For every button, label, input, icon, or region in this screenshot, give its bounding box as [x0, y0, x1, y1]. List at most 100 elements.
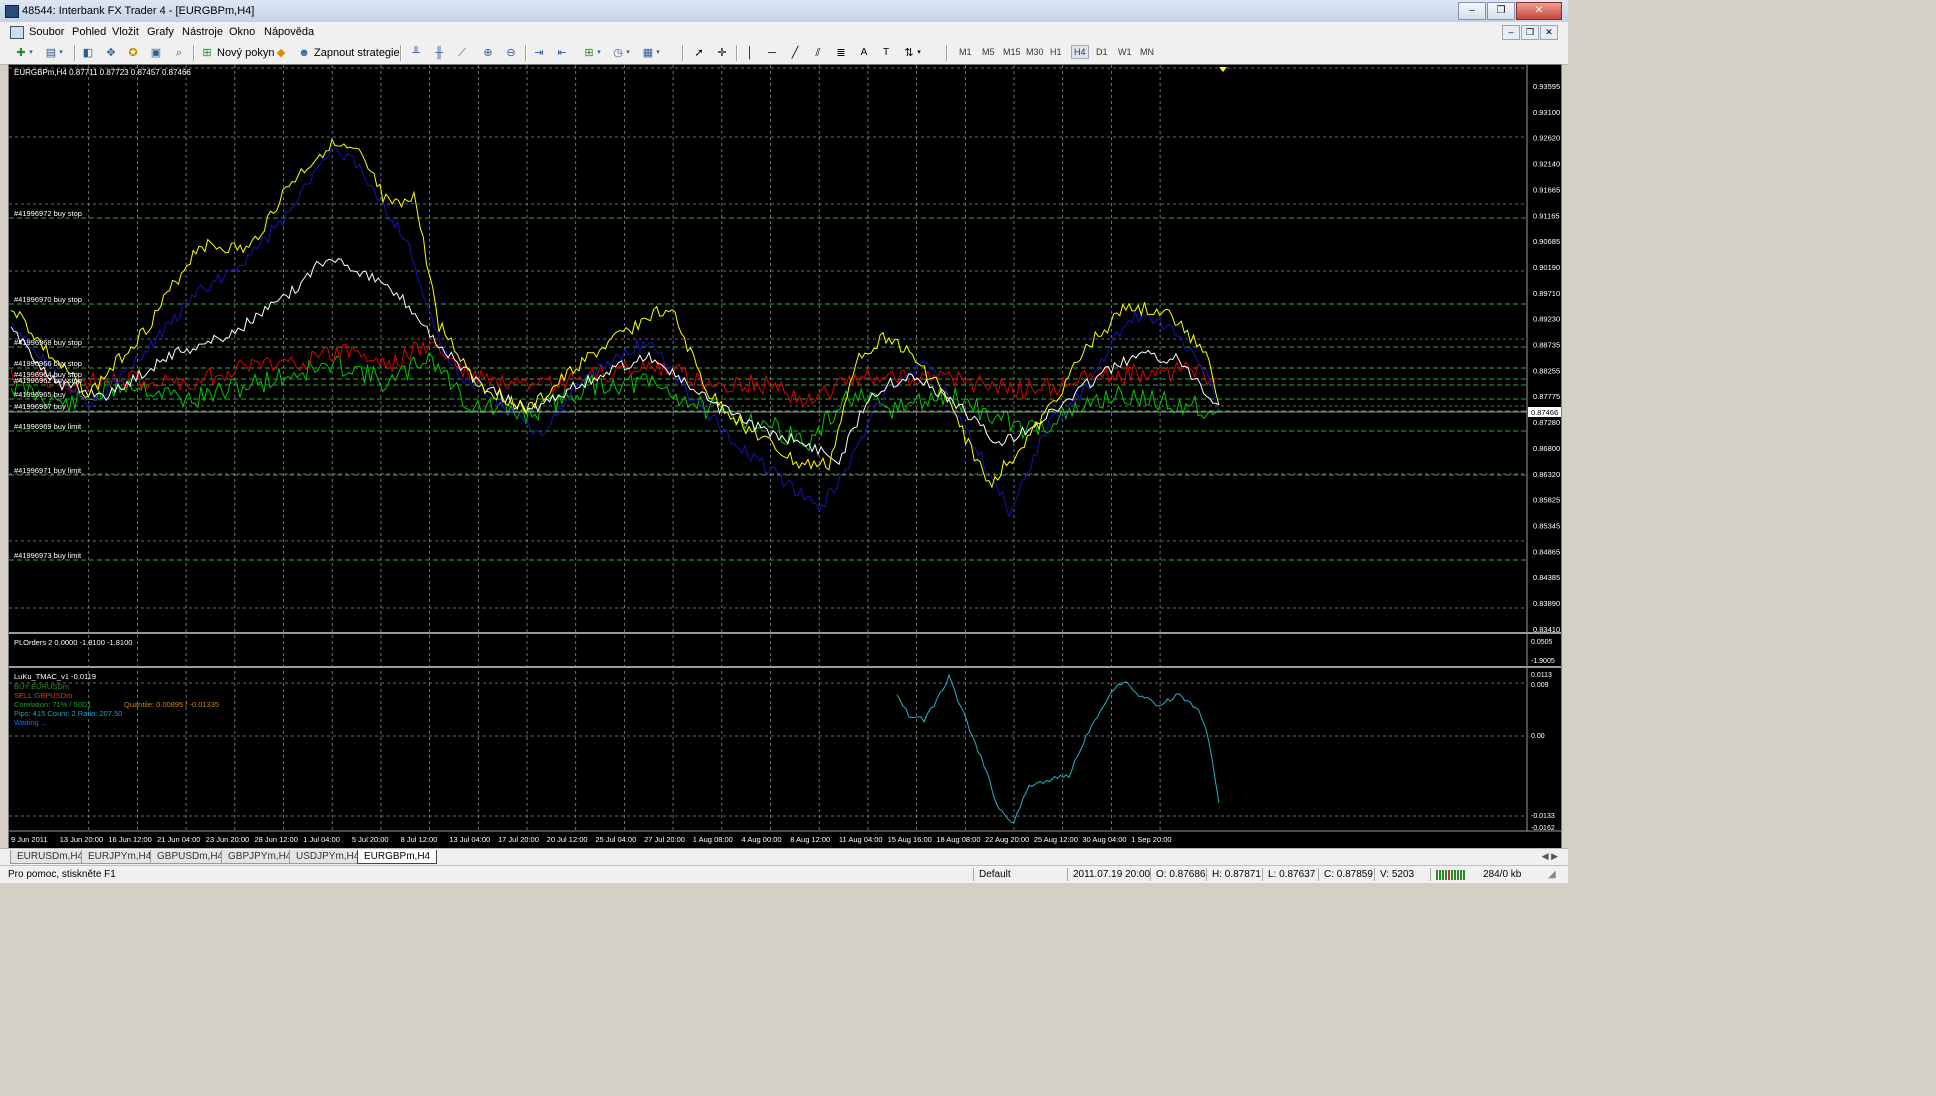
trendline-icon[interactable]: ╱ [788, 46, 802, 60]
menu-pohled[interactable]: Pohled [72, 26, 106, 38]
time-label: 5 Jul 20:00 [352, 835, 389, 844]
timeframe-h1[interactable]: H1 [1050, 47, 1062, 57]
menu-napoveda[interactable]: Nápověda [264, 26, 314, 38]
timeframe-h4[interactable]: H4 [1071, 45, 1089, 59]
strategy-tester-icon[interactable]: ⌕ [172, 46, 186, 60]
crosshair-icon[interactable]: ✛ [715, 46, 729, 60]
chart-window[interactable]: 0.93595 0.93100 0.92620 0.92140 0.91665 0.911… [8, 64, 1562, 849]
tab-eurjpym[interactable]: EURJPYm,H4 [81, 850, 159, 864]
text-label-icon[interactable]: T [879, 46, 893, 60]
price-label: 0.89230 [1533, 315, 1560, 324]
menu-soubor[interactable]: Soubor [29, 26, 64, 38]
dropdown-arrow-icon[interactable]: ▾ [655, 46, 661, 60]
zoom-in-icon[interactable]: ⊕ [481, 46, 495, 60]
window-title: 48544: Interbank FX Trader 4 - [EURGBPm,… [22, 5, 255, 17]
price-series-line [10, 143, 1220, 519]
chart-shift-marker [1219, 67, 1227, 72]
dropdown-arrow-icon[interactable]: ▾ [596, 46, 602, 60]
zoom-out-icon[interactable]: ⊖ [504, 46, 518, 60]
chart-canvas[interactable]: 0.93595 0.93100 0.92620 0.92140 0.91665 0.911… [9, 65, 1561, 848]
tmac-header: LuKu_TMAC_v1 -0.0119 [14, 672, 96, 681]
dropdown-arrow-icon[interactable]: ▾ [58, 46, 64, 60]
status-volume: V: 5203 [1380, 869, 1415, 880]
periods-clock-icon[interactable]: ◷ [611, 46, 625, 60]
metaeditor-icon[interactable]: ◆ [274, 46, 288, 60]
price-label: 0.90685 [1533, 237, 1560, 246]
order-label: #41996969 buy limit [14, 422, 82, 431]
menu-nastroje[interactable]: Nástroje [182, 26, 223, 38]
tab-gbpjpym[interactable]: GBPJPYm,H4 [221, 850, 299, 864]
tab-eurusdm[interactable]: EURUSDm,H4 [10, 850, 91, 864]
templates-icon[interactable]: ▦ [641, 46, 655, 60]
timeframe-m5[interactable]: M5 [982, 47, 995, 57]
time-label: 28 Jun 12:00 [255, 835, 298, 844]
title-bar: 48544: Interbank FX Trader 4 - [EURGBPm,… [0, 0, 1568, 23]
restore-button[interactable]: ❐ [1487, 2, 1515, 20]
data-window-icon[interactable]: ✪ [126, 46, 140, 60]
price-label: 0.86320 [1533, 470, 1560, 479]
mdi-restore-button[interactable]: ❐ [1521, 25, 1539, 40]
tmac-indicator-line [896, 673, 1220, 824]
time-label: 20 Jul 12:00 [547, 835, 588, 844]
status-traffic: 284/0 kb [1483, 869, 1522, 880]
market-watch-icon[interactable]: ◧ [81, 46, 95, 60]
mdi-close-button[interactable]: ✕ [1540, 25, 1558, 40]
tab-usdjpym[interactable]: USDJPYm,H4 [289, 850, 367, 864]
timeframe-m15[interactable]: M15 [1003, 47, 1021, 57]
chart-shift-icon[interactable]: ⇤ [555, 46, 569, 60]
profiles-icon[interactable]: ▤ [44, 46, 58, 60]
time-label: 8 Jul 12:00 [401, 835, 438, 844]
cursor-icon[interactable]: ➚ [692, 46, 706, 60]
fibonacci-icon[interactable]: ≣ [834, 46, 848, 60]
order-label: #41996965 buy [14, 390, 66, 399]
price-label: 0.87775 [1533, 392, 1560, 401]
navigator-icon[interactable]: ✥ [104, 46, 118, 60]
timeframe-d1[interactable]: D1 [1096, 47, 1108, 57]
tab-eurgbpm[interactable]: EURGBPm,H4 [357, 850, 438, 864]
price-label: 0.86800 [1533, 444, 1560, 453]
tab-scroll-arrows-icon[interactable]: ◀ ▶ [1542, 851, 1558, 862]
menu-vlozit[interactable]: Vložit [112, 26, 139, 38]
mdi-minimize-button[interactable]: – [1502, 25, 1520, 40]
line-chart-icon[interactable]: ⟋ [455, 46, 469, 60]
dropdown-arrow-icon[interactable]: ▾ [28, 46, 34, 60]
dropdown-arrow-icon[interactable]: ▾ [625, 46, 631, 60]
connection-bars-icon [1436, 870, 1465, 880]
timeframe-m30[interactable]: M30 [1026, 47, 1044, 57]
price-series-line [10, 351, 1220, 452]
status-bar: Pro pomoc, stiskněte F1 Default 2011.07.… [0, 865, 1568, 883]
tmac-line [896, 673, 1220, 824]
auto-scroll-icon[interactable]: ⇥ [532, 46, 546, 60]
time-axis-labels: 9 Jun 2011 13 Jun 20:00 16 Jun 12:00 21 Jun… [11, 835, 1172, 844]
time-label: 25 Aug 12:00 [1034, 835, 1078, 844]
tab-gbpusdm[interactable]: GBPUSDm,H4 [150, 850, 231, 864]
resize-grip-icon[interactable]: ◢ [1548, 869, 1556, 880]
price-label: 0.83890 [1533, 599, 1560, 608]
dropdown-arrow-icon[interactable]: ▾ [916, 46, 922, 60]
current-price: 0.87466 [1531, 408, 1558, 417]
timeframe-mn[interactable]: MN [1140, 47, 1154, 57]
price-label: 0.85825 [1533, 496, 1560, 505]
timeframe-m1[interactable]: M1 [959, 47, 972, 57]
equidistant-channel-icon[interactable]: ⫽ [811, 46, 825, 60]
vertical-line-icon[interactable]: │ [743, 46, 757, 60]
menu-grafy[interactable]: Grafy [147, 26, 174, 38]
close-button[interactable]: ✕ [1516, 2, 1562, 20]
toggle-strategy-button[interactable]: ☻ Zapnout strategie [297, 45, 399, 61]
indicators-icon[interactable]: ⊞ [582, 46, 596, 60]
new-chart-icon[interactable]: ✚ [14, 46, 28, 60]
bar-chart-icon[interactable]: ╨ [409, 46, 423, 60]
chart-grid [9, 65, 1527, 831]
arrows-icon[interactable]: ⇅ [902, 46, 916, 60]
candlestick-chart-icon[interactable]: ╫ [432, 46, 446, 60]
text-icon[interactable]: A [857, 46, 871, 60]
minimize-button[interactable]: – [1458, 2, 1486, 20]
time-label: 15 Aug 16:00 [888, 835, 932, 844]
timeframe-w1[interactable]: W1 [1118, 47, 1132, 57]
menu-okno[interactable]: Okno [229, 26, 255, 38]
new-order-button[interactable]: ⊞ Nový pokyn [200, 45, 274, 61]
terminal-icon[interactable]: ▣ [149, 46, 163, 60]
chart-window-icon[interactable] [10, 26, 24, 39]
price-label: 0.89710 [1533, 289, 1560, 298]
horizontal-line-icon[interactable]: ─ [765, 46, 779, 60]
